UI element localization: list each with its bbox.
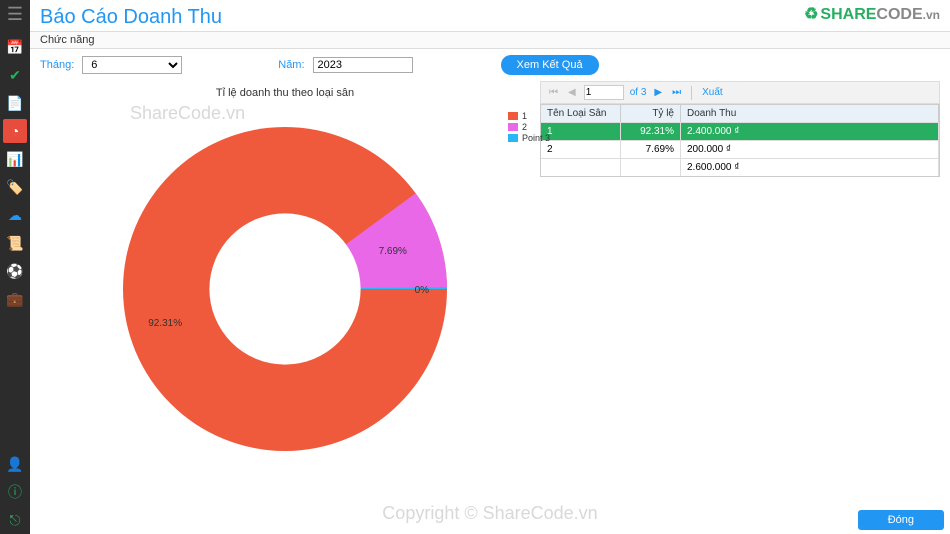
data-grid: Tên Loại Sân Tỷ lệ Doanh Thu 192.31%2.40… xyxy=(540,104,940,177)
nav-wallet[interactable]: 💼 xyxy=(3,287,27,311)
nav-logout[interactable]: ⎋ xyxy=(3,508,27,532)
slice-label-3: 0% xyxy=(415,285,429,296)
brand-logo: ♻SHARECODE.vn xyxy=(804,4,940,24)
pager-toolbar: ⏮ ◀ of 3 ▶ ⏭ Xuất xyxy=(540,81,940,104)
sidebar: ☰ 📅 ✔ 📄 ◔ 📊 🏷️ ☁ 📜 ⚽ 💼 👤 ⓘ ⎋ xyxy=(0,0,30,534)
pager-first-icon[interactable]: ⏮ xyxy=(547,87,560,98)
pager-of-label: of 3 xyxy=(630,87,647,98)
legend-label-2: 2 xyxy=(522,122,527,132)
nav-stats[interactable]: 📊 xyxy=(3,147,27,171)
nav-info[interactable]: ⓘ xyxy=(3,480,27,504)
content-area: Tỉ lệ doanh thu theo loại sân ShareCode.… xyxy=(30,81,950,534)
legend-swatch-2 xyxy=(508,123,518,131)
legend-label-1: 1 xyxy=(522,111,527,121)
pager-next-icon[interactable]: ▶ xyxy=(652,87,664,98)
year-input[interactable] xyxy=(313,57,413,73)
nav-report[interactable]: ◔ xyxy=(3,119,27,143)
nav-doc[interactable]: 📄 xyxy=(3,91,27,115)
export-button[interactable]: Xuất xyxy=(700,87,725,98)
view-result-button[interactable]: Xem Kết Quả xyxy=(501,55,599,75)
filter-bar: Tháng: 6 Năm: Xem Kết Quả xyxy=(30,49,950,81)
cell-name: 2 xyxy=(541,141,621,158)
cell-name: 1 xyxy=(541,123,621,140)
function-label: Chức năng xyxy=(30,31,950,49)
col-header-revenue[interactable]: Doanh Thu xyxy=(681,105,939,122)
chart-title: Tỉ lệ doanh thu theo loại sân xyxy=(40,87,530,99)
legend-swatch-3 xyxy=(508,134,518,142)
nav-voucher[interactable]: 🏷️ xyxy=(3,175,27,199)
slice-label-1: 92.31% xyxy=(148,318,182,329)
app-root: ☰ 📅 ✔ 📄 ◔ 📊 🏷️ ☁ 📜 ⚽ 💼 👤 ⓘ ⎋ ♻SHARECODE.… xyxy=(0,0,950,534)
logo-icon: ♻ xyxy=(804,6,818,23)
cell-ratio xyxy=(621,159,681,176)
cell-name xyxy=(541,159,621,176)
chart-pane: Tỉ lệ doanh thu theo loại sân ShareCode.… xyxy=(40,81,530,534)
hamburger-icon[interactable]: ☰ xyxy=(7,4,23,25)
nav-calendar[interactable]: 📅 xyxy=(3,35,27,59)
chart-legend: 1 2 Point 3 xyxy=(508,111,550,144)
cell-ratio: 7.69% xyxy=(621,141,681,158)
cell-revenue: 2.600.000 ₫ xyxy=(681,159,939,176)
nav-user[interactable]: 👤 xyxy=(3,452,27,476)
pager-last-icon[interactable]: ⏭ xyxy=(670,87,683,98)
pager-page-input[interactable] xyxy=(584,85,624,100)
grid-header-row: Tên Loại Sân Tỷ lệ Doanh Thu xyxy=(541,105,939,122)
col-header-ratio[interactable]: Tỷ lệ xyxy=(621,105,681,122)
table-row[interactable]: 2.600.000 ₫ xyxy=(541,158,939,176)
nav-cloud[interactable]: ☁ xyxy=(3,203,27,227)
slice-label-2: 7.69% xyxy=(379,246,407,257)
year-label: Năm: xyxy=(278,59,304,71)
col-header-name[interactable]: Tên Loại Sân xyxy=(541,105,621,122)
legend-label-3: Point 3 xyxy=(522,133,550,143)
legend-swatch-1 xyxy=(508,112,518,120)
table-pane: ⏮ ◀ of 3 ▶ ⏭ Xuất Tên Loại Sân Tỷ lệ Doa… xyxy=(540,81,940,534)
month-label: Tháng: xyxy=(40,59,74,71)
donut-chart: 92.31% 7.69% 0% xyxy=(105,109,465,469)
main-pane: ♻SHARECODE.vn Báo Cáo Doanh Thu Chức năn… xyxy=(30,0,950,534)
table-row[interactable]: 27.69%200.000 ₫ xyxy=(541,140,939,158)
cell-revenue: 2.400.000 ₫ xyxy=(681,123,939,140)
cell-ratio: 92.31% xyxy=(621,123,681,140)
table-row[interactable]: 192.31%2.400.000 ₫ xyxy=(541,122,939,140)
month-select[interactable]: 6 xyxy=(82,56,182,74)
nav-check[interactable]: ✔ xyxy=(3,63,27,87)
close-button[interactable]: Đóng xyxy=(858,510,944,530)
cell-revenue: 200.000 ₫ xyxy=(681,141,939,158)
footer: Đóng xyxy=(858,510,944,530)
nav-scroll[interactable]: 📜 xyxy=(3,231,27,255)
pager-prev-icon[interactable]: ◀ xyxy=(566,87,578,98)
watermark-large: Copyright © ShareCode.vn xyxy=(382,503,597,524)
nav-ball[interactable]: ⚽ xyxy=(3,259,27,283)
